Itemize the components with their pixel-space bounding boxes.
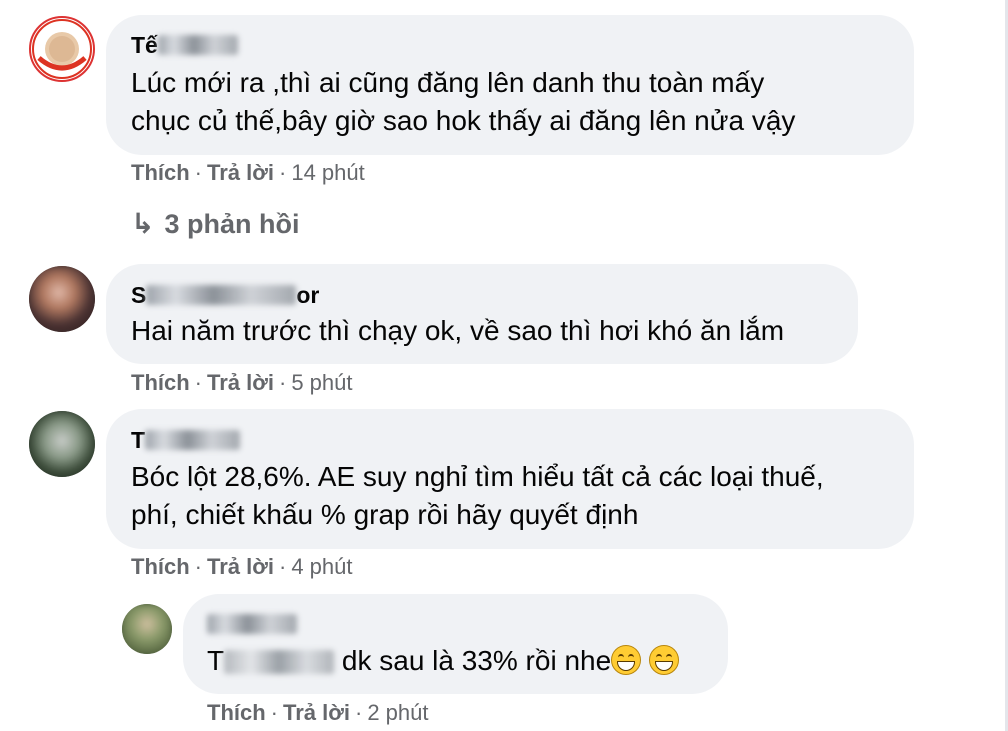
comment-text-line: phí, chiết khấu % grap rồi hãy quyết địn… <box>131 499 639 530</box>
comment-author[interactable]: T <box>131 427 241 454</box>
like-button[interactable]: Thích <box>131 370 190 395</box>
comment-text-line: T dk sau là 33% rồi nhe <box>207 642 680 680</box>
reply-button[interactable]: Trả lời <box>207 160 274 185</box>
comment-author[interactable]: Tế <box>131 32 238 59</box>
separator: · <box>270 700 278 725</box>
like-button[interactable]: Thích <box>131 554 190 579</box>
comment-actions: Thích · Trả lời · 4 phút <box>131 554 353 580</box>
redacted-author-name <box>207 614 297 634</box>
avatar[interactable] <box>29 16 95 82</box>
comment-timestamp[interactable]: 2 phút <box>367 700 428 725</box>
like-button[interactable]: Thích <box>131 160 190 185</box>
replies-count-label: 3 phản hồi <box>164 209 300 239</box>
reply-text: dk sau là 33% rồi nhe <box>334 645 612 676</box>
avatar[interactable] <box>29 411 95 477</box>
like-button[interactable]: Thích <box>207 700 266 725</box>
tagged-user-start: T <box>207 645 225 676</box>
comment-text-line: Bóc lột 28,6%. AE suy nghỉ tìm hiểu tất … <box>131 461 824 492</box>
comment-actions: Thích · Trả lời · 5 phút <box>131 370 353 396</box>
comment-timestamp[interactable]: 14 phút <box>291 160 364 185</box>
avatar[interactable] <box>122 604 172 654</box>
comment-actions: Thích · Trả lời · 2 phút <box>207 700 429 726</box>
redacted-tagged-user[interactable] <box>224 650 335 674</box>
separator: · <box>279 554 287 579</box>
author-name: S <box>131 282 147 308</box>
comment-timestamp[interactable]: 5 phút <box>291 370 352 395</box>
grinning-face-emoji <box>649 645 680 675</box>
reply-arrow-icon: ↳ <box>131 208 155 239</box>
comment-author[interactable]: Sor <box>131 282 319 309</box>
reply-button[interactable]: Trả lời <box>207 554 274 579</box>
brand-badge-icon <box>32 19 92 79</box>
separator: · <box>279 370 287 395</box>
redacted-author-name <box>146 285 297 305</box>
author-name-end: or <box>296 282 320 308</box>
comment-author[interactable] <box>207 611 297 638</box>
separator: · <box>194 160 202 185</box>
comment-actions: Thích · Trả lời · 14 phút <box>131 160 365 186</box>
author-name: T <box>131 427 146 453</box>
comment-text-line: chục củ thế,bây giờ sao hok thấy ai đăng… <box>131 105 796 136</box>
separator: · <box>194 554 202 579</box>
comment-text-line: Lúc mới ra ,thì ai cũng đăng lên danh th… <box>131 67 765 98</box>
avatar[interactable] <box>29 266 95 332</box>
comment-timestamp[interactable]: 4 phút <box>291 554 352 579</box>
separator: · <box>355 700 363 725</box>
reply-button[interactable]: Trả lời <box>283 700 350 725</box>
redacted-author-name <box>145 430 241 450</box>
comment-text-line: Hai năm trước thì chạy ok, về sao thì hơ… <box>131 315 785 346</box>
view-replies-link[interactable]: ↳ 3 phản hồi <box>131 207 299 240</box>
separator: · <box>279 160 287 185</box>
separator: · <box>194 370 202 395</box>
grinning-face-emoji <box>611 645 642 675</box>
author-name: Tế <box>131 32 158 58</box>
redacted-author-name <box>157 35 238 55</box>
reply-button[interactable]: Trả lời <box>207 370 274 395</box>
